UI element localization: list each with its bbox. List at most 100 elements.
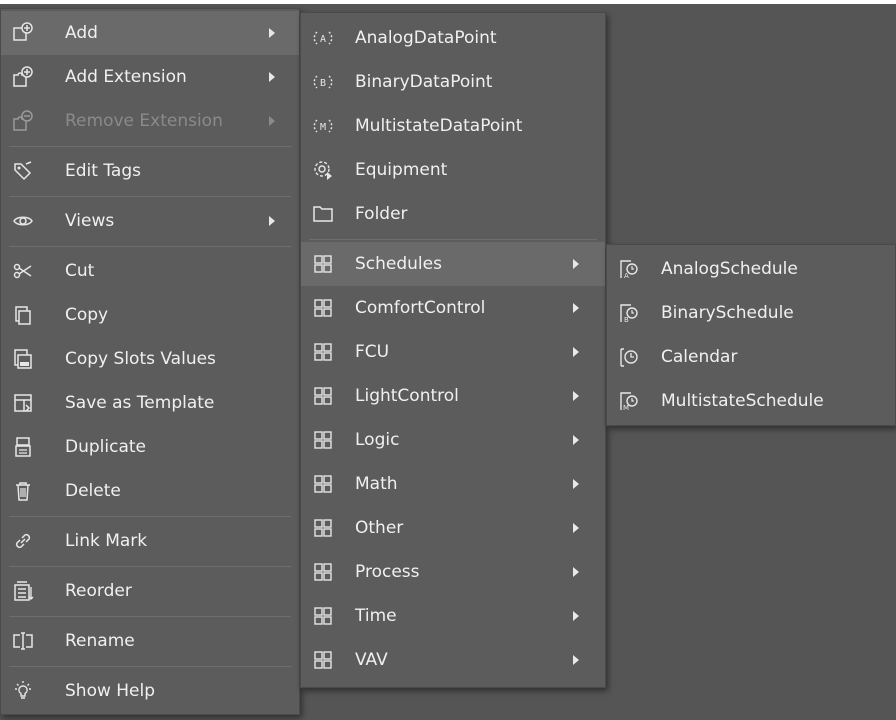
submenu-arrow-icon [573,655,579,665]
submenu-arrow-icon [573,303,579,313]
svg-text:A: A [624,272,629,280]
add-submenu: A AnalogDataPoint B BinaryDataPoint M Mu… [300,12,606,688]
grid-icon [311,560,335,584]
menu-item-label: Views [65,211,115,231]
multistate-schedule-icon: M [617,389,641,413]
menu-item-label: Reorder [65,581,132,601]
add-extension-icon [11,65,35,89]
context-menu: Add Add Extension Remove Extension Edit … [0,8,300,715]
menu-item-edit-tags[interactable]: Edit Tags [1,149,299,193]
menu-item-label: BinarySchedule [661,303,794,323]
scissors-icon [11,259,35,283]
menu-item-save-as-template[interactable]: Save as Template [1,381,299,425]
svg-text:M: M [320,122,326,133]
grid-icon [311,384,335,408]
menu-item-label: BinaryDataPoint [355,72,493,92]
grid-icon [311,648,335,672]
menu-item-copy[interactable]: Copy [1,293,299,337]
menu-separator [309,239,597,240]
tag-icon [11,159,35,183]
submenu-item-math[interactable]: Math [301,462,605,506]
menu-item-views[interactable]: Views [1,199,299,243]
calendar-icon [617,345,641,369]
menu-separator [9,246,291,247]
menu-separator [9,566,291,567]
menu-item-add[interactable]: Add [1,11,299,55]
menu-item-label: Rename [65,631,135,651]
menu-item-label: AnalogDataPoint [355,28,497,48]
submenu-item-equipment[interactable]: Equipment [301,148,605,192]
submenu-item-schedules[interactable]: Schedules [301,242,605,286]
menu-item-label: Equipment [355,160,448,180]
link-icon [11,529,35,553]
submenu-item-multistate-schedule[interactable]: M MultistateSchedule [607,379,895,423]
submenu-item-binary-datapoint[interactable]: B BinaryDataPoint [301,60,605,104]
submenu-item-process[interactable]: Process [301,550,605,594]
menu-item-label: FCU [355,342,390,362]
submenu-arrow-icon [573,347,579,357]
menu-item-duplicate[interactable]: Duplicate [1,425,299,469]
submenu-item-vav[interactable]: VAV [301,638,605,682]
menu-item-label: Copy [65,305,109,325]
menu-item-rename[interactable]: Rename [1,619,299,663]
submenu-item-logic[interactable]: Logic [301,418,605,462]
grid-icon [311,340,335,364]
submenu-arrow-icon [573,391,579,401]
duplicate-icon [11,435,35,459]
save-template-icon [11,391,35,415]
menu-item-label: Other [355,518,404,538]
menu-item-label: Copy Slots Values [65,349,216,369]
grid-icon [311,472,335,496]
menu-item-show-help[interactable]: Show Help [1,669,299,713]
binary-schedule-icon: B [617,301,641,325]
submenu-item-calendar[interactable]: Calendar [607,335,895,379]
submenu-item-fcu[interactable]: FCU [301,330,605,374]
trash-icon [11,479,35,503]
grid-icon [311,252,335,276]
menu-item-label: Add [65,23,98,43]
menu-item-label: Edit Tags [65,161,141,181]
binary-datapoint-icon: B [311,70,335,94]
menu-item-label: VAV [355,650,388,670]
menu-item-label: Folder [355,204,408,224]
submenu-item-binary-schedule[interactable]: B BinarySchedule [607,291,895,335]
submenu-item-folder[interactable]: Folder [301,192,605,236]
submenu-arrow-icon [573,479,579,489]
copy-icon [11,303,35,327]
submenu-item-other[interactable]: Other [301,506,605,550]
schedules-submenu: A AnalogSchedule B BinarySchedule Calend… [606,244,896,426]
lightbulb-icon [11,679,35,703]
menu-item-add-extension[interactable]: Add Extension [1,55,299,99]
grid-icon [311,428,335,452]
menu-item-label: Time [355,606,397,626]
submenu-item-analog-schedule[interactable]: A AnalogSchedule [607,247,895,291]
copy-slots-icon [11,347,35,371]
submenu-item-multistate-datapoint[interactable]: M MultistateDataPoint [301,104,605,148]
add-icon [11,21,35,45]
submenu-item-comfortcontrol[interactable]: ComfortControl [301,286,605,330]
grid-icon [311,604,335,628]
menu-item-copy-slots-values[interactable]: Copy Slots Values [1,337,299,381]
menu-item-label: Duplicate [65,437,146,457]
menu-item-label: Process [355,562,420,582]
multistate-datapoint-icon: M [311,114,335,138]
submenu-item-lightcontrol[interactable]: LightControl [301,374,605,418]
svg-text:B: B [320,78,326,89]
submenu-item-time[interactable]: Time [301,594,605,638]
remove-extension-icon [11,109,35,133]
menu-item-label: MultistateSchedule [661,391,824,411]
menu-item-label: Show Help [65,681,156,701]
menu-item-delete[interactable]: Delete [1,469,299,513]
reorder-icon [11,579,35,603]
grid-icon [311,296,335,320]
menu-item-link-mark[interactable]: Link Mark [1,519,299,563]
submenu-arrow-icon [573,567,579,577]
menu-item-label: Math [355,474,398,494]
submenu-item-analog-datapoint[interactable]: A AnalogDataPoint [301,16,605,60]
menu-item-cut[interactable]: Cut [1,249,299,293]
menu-item-remove-extension[interactable]: Remove Extension [1,99,299,143]
menu-separator [9,196,291,197]
analog-schedule-icon: A [617,257,641,281]
menu-item-reorder[interactable]: Reorder [1,569,299,613]
eye-icon [11,209,35,233]
